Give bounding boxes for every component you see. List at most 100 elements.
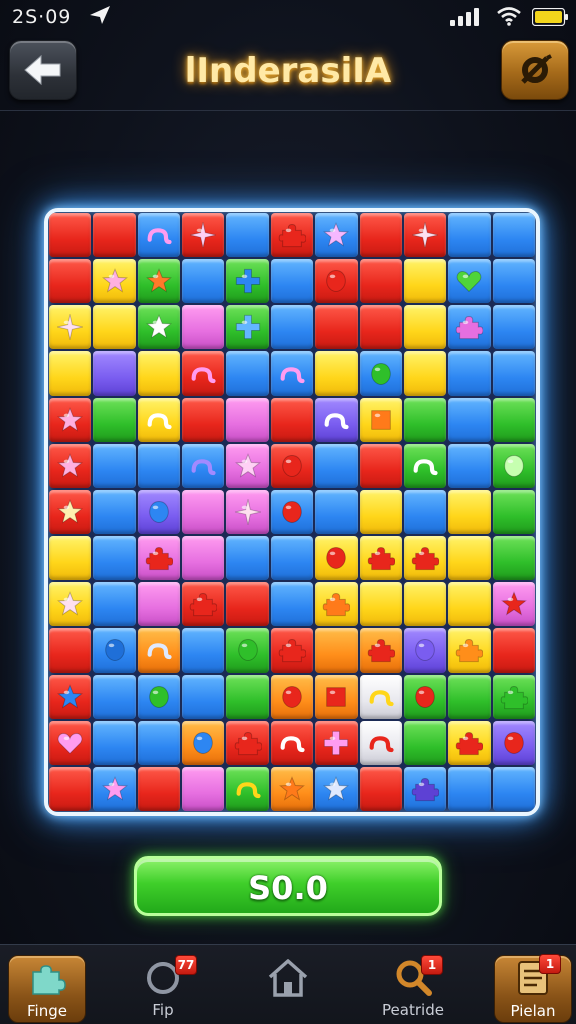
board-tile[interactable] xyxy=(492,674,535,719)
board-tile[interactable] xyxy=(226,536,269,581)
board-tile[interactable] xyxy=(403,351,447,396)
board-tile[interactable] xyxy=(93,443,136,488)
board-tile[interactable] xyxy=(137,351,181,396)
board-tile[interactable] xyxy=(403,213,447,258)
board-tile[interactable] xyxy=(182,489,225,535)
board-tile[interactable] xyxy=(226,582,269,627)
board-tile[interactable] xyxy=(270,582,314,627)
board-tile[interactable] xyxy=(137,582,181,627)
board-tile[interactable] xyxy=(492,720,535,765)
board-tile[interactable] xyxy=(359,213,402,258)
board-tile[interactable] xyxy=(403,443,447,488)
board-tile[interactable] xyxy=(137,766,181,811)
board-tile[interactable] xyxy=(492,305,535,350)
board-tile[interactable] xyxy=(226,674,269,719)
board-tile[interactable] xyxy=(137,536,181,581)
board-tile[interactable] xyxy=(93,674,136,719)
board-tile[interactable] xyxy=(270,305,314,350)
board-tile[interactable] xyxy=(359,397,402,442)
board-tile[interactable] xyxy=(182,720,225,765)
board-tile[interactable] xyxy=(226,489,269,535)
board-tile[interactable] xyxy=(270,397,314,442)
board-tile[interactable] xyxy=(49,582,92,627)
board-tile[interactable] xyxy=(270,720,314,765)
nav-item-pielan[interactable]: 1 Pielan xyxy=(494,954,572,1023)
board-tile[interactable] xyxy=(359,351,402,396)
board-tile[interactable] xyxy=(226,443,269,488)
board-tile[interactable] xyxy=(315,720,358,765)
board-tile[interactable] xyxy=(448,259,491,304)
board-tile[interactable] xyxy=(492,351,535,396)
score-button[interactable]: S0.0 xyxy=(134,856,442,916)
board-tile[interactable] xyxy=(492,489,535,535)
board-tile[interactable] xyxy=(270,674,314,719)
board-tile[interactable] xyxy=(137,489,181,535)
board-tile[interactable] xyxy=(93,489,136,535)
board-tile[interactable] xyxy=(359,628,402,673)
board-tile[interactable] xyxy=(49,628,92,673)
board-tile[interactable] xyxy=(403,628,447,673)
board-tile[interactable] xyxy=(315,536,358,581)
nav-item-finge[interactable]: Finge xyxy=(8,955,86,1023)
board-tile[interactable] xyxy=(182,628,225,673)
board-tile[interactable] xyxy=(137,674,181,719)
board-tile[interactable] xyxy=(315,766,358,811)
board-tile[interactable] xyxy=(448,351,491,396)
board-tile[interactable] xyxy=(182,213,225,258)
board-tile[interactable] xyxy=(359,259,402,304)
board-tile[interactable] xyxy=(403,720,447,765)
board-tile[interactable] xyxy=(448,582,491,627)
board-tile[interactable] xyxy=(359,674,402,719)
board-tile[interactable] xyxy=(492,397,535,442)
board-tile[interactable] xyxy=(315,628,358,673)
board-tile[interactable] xyxy=(182,397,225,442)
board-tile[interactable] xyxy=(137,443,181,488)
board-tile[interactable] xyxy=(448,766,491,811)
board-tile[interactable] xyxy=(137,305,181,350)
board-tile[interactable] xyxy=(270,351,314,396)
board-tile[interactable] xyxy=(226,305,269,350)
board-tile[interactable] xyxy=(226,213,269,258)
board-tile[interactable] xyxy=(403,489,447,535)
board-tile[interactable] xyxy=(93,720,136,765)
board-tile[interactable] xyxy=(492,766,535,811)
board-tile[interactable] xyxy=(315,582,358,627)
board-tile[interactable] xyxy=(226,351,269,396)
board-tile[interactable] xyxy=(93,351,136,396)
board-tile[interactable] xyxy=(270,443,314,488)
board-tile[interactable] xyxy=(49,443,92,488)
board-tile[interactable] xyxy=(49,536,92,581)
board-tile[interactable] xyxy=(448,720,491,765)
board-tile[interactable] xyxy=(137,720,181,765)
board-tile[interactable] xyxy=(93,582,136,627)
board-tile[interactable] xyxy=(49,213,92,258)
board-tile[interactable] xyxy=(137,213,181,258)
board-tile[interactable] xyxy=(270,536,314,581)
board-tile[interactable] xyxy=(359,443,402,488)
board-tile[interactable] xyxy=(315,674,358,719)
board-tile[interactable] xyxy=(359,766,402,811)
board-tile[interactable] xyxy=(182,443,225,488)
board-tile[interactable] xyxy=(492,259,535,304)
board-tile[interactable] xyxy=(93,766,136,811)
board-tile[interactable] xyxy=(137,628,181,673)
board-tile[interactable] xyxy=(226,397,269,442)
back-button[interactable] xyxy=(9,40,77,100)
board-tile[interactable] xyxy=(492,213,535,258)
settings-button[interactable] xyxy=(501,40,569,100)
board-tile[interactable] xyxy=(359,536,402,581)
board-tile[interactable] xyxy=(492,628,535,673)
board-tile[interactable] xyxy=(182,582,225,627)
board-tile[interactable] xyxy=(492,582,535,627)
board-tile[interactable] xyxy=(403,259,447,304)
board-tile[interactable] xyxy=(448,628,491,673)
board-tile[interactable] xyxy=(182,674,225,719)
board-tile[interactable] xyxy=(403,582,447,627)
board-tile[interactable] xyxy=(49,351,92,396)
board-tile[interactable] xyxy=(315,305,358,350)
board-tile[interactable] xyxy=(448,443,491,488)
board-tile[interactable] xyxy=(93,213,136,258)
board-tile[interactable] xyxy=(49,397,92,442)
nav-item-home[interactable] xyxy=(250,955,326,1021)
board-tile[interactable] xyxy=(492,536,535,581)
